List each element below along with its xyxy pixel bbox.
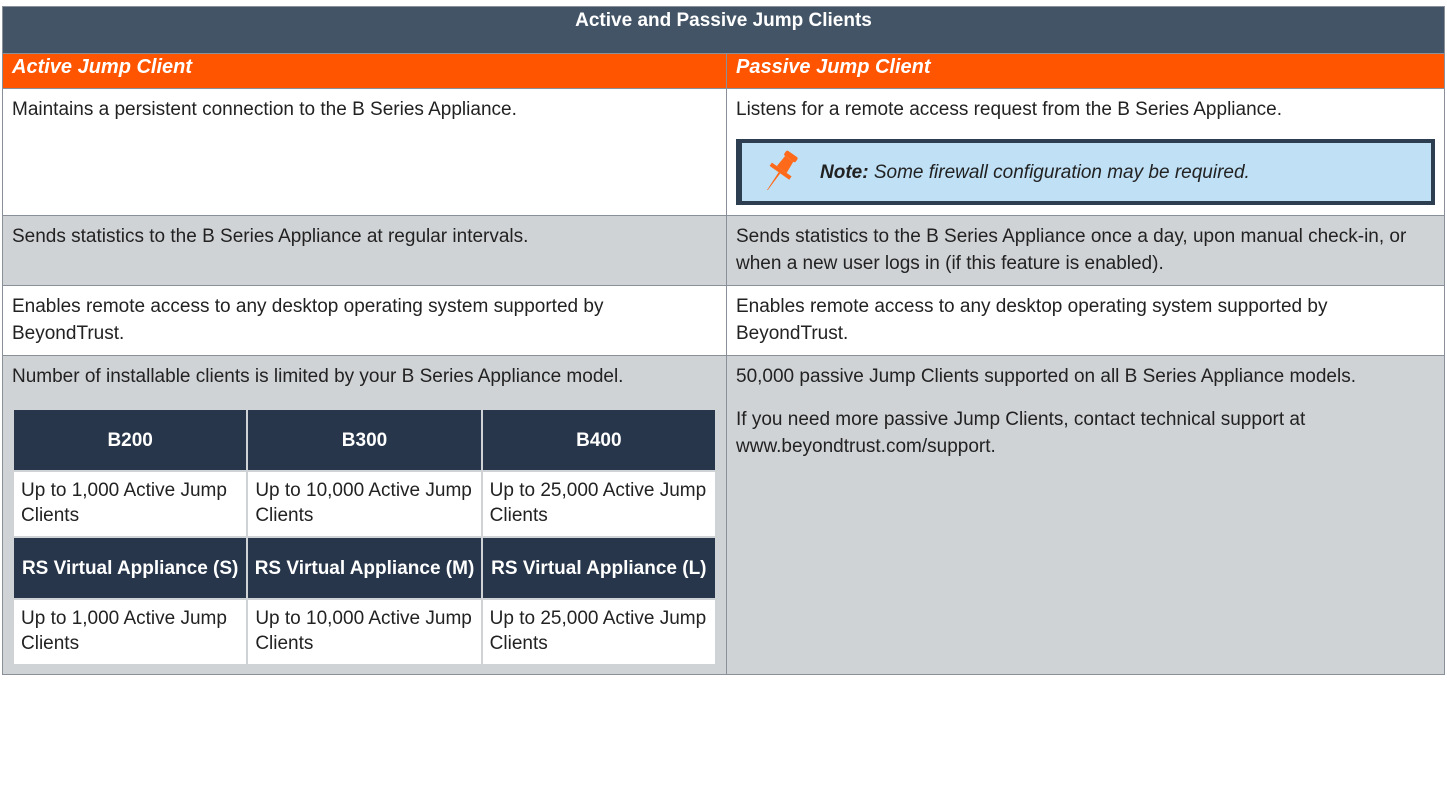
model-limit-cell: Up to 25,000 Active Jump Clients	[480, 598, 718, 666]
active-cell: Maintains a persistent connection to the…	[2, 88, 727, 216]
note-label: Note:	[820, 161, 869, 183]
passive-remote-access-text: Enables remote access to any desktop ope…	[736, 296, 1328, 344]
model-header: RS Virtual Appliance (S)	[11, 536, 249, 600]
model-header-row: RS Virtual Appliance (S) RS Virtual Appl…	[11, 536, 718, 600]
passive-client-limit-text: 50,000 passive Jump Clients supported on…	[736, 366, 1356, 387]
column-header-active: Active Jump Client	[2, 53, 727, 89]
model-header: RS Virtual Appliance (M)	[246, 536, 483, 600]
model-header: B200	[11, 408, 249, 472]
passive-connection-text: Listens for a remote access request from…	[736, 99, 1282, 120]
active-cell: Number of installable clients is limited…	[2, 355, 727, 675]
column-header-passive: Passive Jump Client	[725, 53, 1446, 89]
table-row: Maintains a persistent connection to the…	[2, 88, 1446, 216]
table-title: Active and Passive Jump Clients	[1, 6, 1446, 54]
model-limit-row: Up to 1,000 Active Jump Clients Up to 10…	[11, 470, 718, 538]
passive-statistics-text: Sends statistics to the B Series Applian…	[736, 226, 1407, 274]
active-statistics-text: Sends statistics to the B Series Applian…	[12, 226, 529, 247]
model-limit-row: Up to 1,000 Active Jump Clients Up to 10…	[11, 598, 718, 666]
model-limit-cell: Up to 25,000 Active Jump Clients	[480, 470, 718, 538]
support-contact-text: If you need more passive Jump Clients, c…	[736, 409, 1306, 457]
note-callout: Note: Some firewall configuration may be…	[736, 139, 1436, 205]
note-text: Note: Some firewall configuration may be…	[820, 159, 1250, 186]
active-cell: Sends statistics to the B Series Applian…	[2, 215, 727, 286]
passive-cell: 50,000 passive Jump Clients supported on…	[725, 355, 1446, 675]
model-limit-cell: Up to 1,000 Active Jump Clients	[11, 470, 249, 538]
model-limit-cell: Up to 1,000 Active Jump Clients	[11, 598, 249, 666]
model-header: B400	[480, 408, 718, 472]
note-body: Some firewall configuration may be requi…	[868, 161, 1250, 183]
passive-cell: Listens for a remote access request from…	[725, 88, 1446, 216]
model-header: B300	[246, 408, 483, 472]
active-client-limit-text: Number of installable clients is limited…	[12, 366, 624, 387]
appliance-models-table: B200 B300 B400 Up to 1,000 Active Jump C…	[11, 408, 718, 666]
jump-clients-table: Active and Passive Jump Clients Active J…	[1, 6, 1446, 675]
passive-cell: Sends statistics to the B Series Applian…	[725, 215, 1446, 286]
active-cell: Enables remote access to any desktop ope…	[2, 285, 727, 356]
model-limit-cell: Up to 10,000 Active Jump Clients	[246, 470, 483, 538]
active-remote-access-text: Enables remote access to any desktop ope…	[12, 296, 604, 344]
table-row: Number of installable clients is limited…	[2, 355, 1446, 675]
active-connection-text: Maintains a persistent connection to the…	[12, 99, 517, 120]
table-row: Sends statistics to the B Series Applian…	[2, 215, 1446, 286]
model-limit-cell: Up to 10,000 Active Jump Clients	[246, 598, 483, 666]
pushpin-icon	[767, 150, 798, 191]
table-row: Enables remote access to any desktop ope…	[2, 285, 1446, 356]
model-header-row: B200 B300 B400	[11, 408, 718, 472]
model-header: RS Virtual Appliance (L)	[480, 536, 718, 600]
passive-cell: Enables remote access to any desktop ope…	[725, 285, 1446, 356]
